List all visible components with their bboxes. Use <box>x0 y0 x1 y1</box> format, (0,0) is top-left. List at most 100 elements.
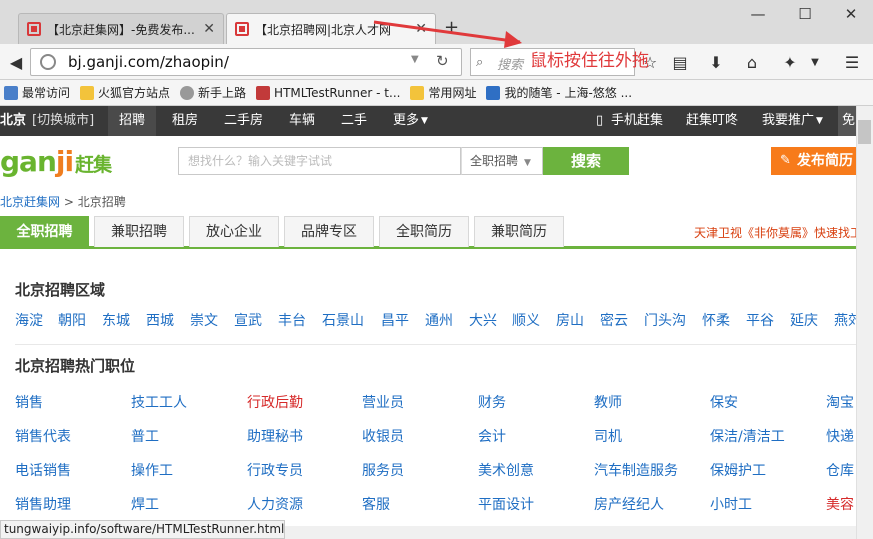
job-link[interactable]: 平面设计 <box>478 494 534 514</box>
bookmark-item[interactable]: 火狐官方站点 <box>80 84 170 101</box>
job-link[interactable]: 保姆护工 <box>710 460 766 480</box>
nav-cheliang[interactable]: 车辆 <box>289 106 315 136</box>
ganji-dingdong-link[interactable]: 赶集叮咚 <box>686 106 738 136</box>
free-link[interactable]: 免 <box>838 106 856 136</box>
job-link[interactable]: 客服 <box>362 494 390 514</box>
site-search-button[interactable]: 搜索 <box>543 147 629 175</box>
job-link[interactable]: 保洁/清洁工 <box>710 426 785 446</box>
search-category-select[interactable]: 全职招聘 ▼ <box>461 147 543 175</box>
tab-ganji-home[interactable]: 【北京赶集网】-免费发布... ✕ <box>18 13 224 44</box>
job-link[interactable]: 销售助理 <box>15 494 71 514</box>
job-link[interactable]: 仓库 <box>826 460 854 480</box>
job-link[interactable]: 淘宝 <box>826 392 854 412</box>
menu-icon[interactable]: ☰ <box>841 52 863 74</box>
job-link[interactable]: 操作工 <box>131 460 173 480</box>
district-link[interactable]: 海淀 <box>15 310 43 330</box>
job-link[interactable]: 人力资源 <box>247 494 303 514</box>
job-link[interactable]: 美术创意 <box>478 460 534 480</box>
nav-more[interactable]: 更多 <box>393 106 419 136</box>
reading-list-icon[interactable]: ▤ <box>669 52 691 74</box>
job-link[interactable]: 行政专员 <box>247 460 303 480</box>
job-link[interactable]: 汽车制造服务 <box>594 460 678 480</box>
job-link[interactable]: 行政后勤 <box>247 392 303 412</box>
folder-icon <box>410 85 425 100</box>
download-icon[interactable]: ⬇ <box>705 52 727 74</box>
job-link[interactable]: 财务 <box>478 392 506 412</box>
district-link[interactable]: 朝阳 <box>58 310 86 330</box>
district-link[interactable]: 平谷 <box>746 310 774 330</box>
job-link[interactable]: 营业员 <box>362 392 404 412</box>
district-link[interactable]: 宣武 <box>234 310 262 330</box>
district-link[interactable]: 通州 <box>425 310 453 330</box>
vertical-scrollbar[interactable] <box>856 106 873 539</box>
close-tab-icon[interactable]: ✕ <box>203 21 215 37</box>
job-link[interactable]: 保安 <box>710 392 738 412</box>
nav-zhaopin[interactable]: 招聘 <box>108 106 156 136</box>
job-link[interactable]: 会计 <box>478 426 506 446</box>
job-link[interactable]: 销售 <box>15 392 43 412</box>
job-link[interactable]: 教师 <box>594 392 622 412</box>
tab-quanzhi-jianli[interactable]: 全职简历 <box>379 216 469 247</box>
extension-dropdown-icon[interactable]: ▼ <box>804 52 826 74</box>
district-link[interactable]: 房山 <box>556 310 584 330</box>
promo-link[interactable]: 天津卫视《非你莫属》快速找工 <box>694 224 862 241</box>
reload-icon[interactable]: ↻ <box>436 52 449 70</box>
tab-pinpai-zhuanqu[interactable]: 品牌专区 <box>284 216 374 247</box>
bookmark-item[interactable]: 我的随笔 - 上海-悠悠 ... <box>486 84 632 101</box>
job-link[interactable]: 收银员 <box>362 426 404 446</box>
nav-zufang[interactable]: 租房 <box>172 106 198 136</box>
job-link[interactable]: 技工工人 <box>131 392 187 412</box>
nav-ershou[interactable]: 二手 <box>341 106 367 136</box>
job-link[interactable]: 快递 <box>826 426 854 446</box>
district-link[interactable]: 石景山 <box>322 310 364 330</box>
district-link[interactable]: 顺义 <box>512 310 540 330</box>
maximize-button[interactable]: ☐ <box>790 4 820 24</box>
dropdown-arrow-icon[interactable]: ▼ <box>411 54 419 65</box>
district-link[interactable]: 密云 <box>600 310 628 330</box>
job-link[interactable]: 美容 <box>826 494 854 514</box>
tab-fangxin-qiye[interactable]: 放心企业 <box>189 216 279 247</box>
bookmark-item[interactable]: 最常访问 <box>4 84 70 101</box>
tab-jianzhi-zhaopin[interactable]: 兼职招聘 <box>94 216 184 247</box>
publish-resume-button[interactable]: ✎ 发布简历 <box>771 147 861 175</box>
job-link[interactable]: 助理秘书 <box>247 426 303 446</box>
job-link[interactable]: 司机 <box>594 426 622 446</box>
job-link[interactable]: 电话销售 <box>15 460 71 480</box>
tab-jianzhi-jianli[interactable]: 兼职简历 <box>474 216 564 247</box>
district-link[interactable]: 东城 <box>102 310 130 330</box>
district-link[interactable]: 西城 <box>146 310 174 330</box>
bookmark-item[interactable]: HTMLTestRunner - t... <box>256 85 400 100</box>
back-icon[interactable]: ◀ <box>5 52 27 74</box>
bookmark-item[interactable]: 新手上路 <box>180 84 246 101</box>
mobile-ganji-link[interactable]: 手机赶集 <box>611 106 663 136</box>
job-link[interactable]: 小时工 <box>710 494 752 514</box>
job-link[interactable]: 焊工 <box>131 494 159 514</box>
district-link[interactable]: 门头沟 <box>644 310 686 330</box>
home-icon[interactable]: ⌂ <box>741 52 763 74</box>
close-window-button[interactable]: ✕ <box>836 4 866 24</box>
job-link[interactable]: 销售代表 <box>15 426 71 446</box>
url-text[interactable]: bj.ganji.com/zhaopin/ <box>68 52 229 72</box>
extension-icon[interactable]: ✦ <box>779 52 801 74</box>
bookmarks-bar: 最常访问 火狐官方站点 新手上路 HTMLTestRunner - t... 常… <box>0 80 873 106</box>
promote-link[interactable]: 我要推广 <box>762 106 814 136</box>
district-link[interactable]: 丰台 <box>278 310 306 330</box>
job-link[interactable]: 房产经纪人 <box>594 494 664 514</box>
ganji-logo[interactable]: ganji 赶集 <box>0 145 112 178</box>
tab-quanzhi-zhaopin[interactable]: 全职招聘 <box>0 216 89 247</box>
nav-ershoufang[interactable]: 二手房 <box>224 106 263 136</box>
bookmark-item[interactable]: 常用网址 <box>410 84 476 101</box>
job-link[interactable]: 普工 <box>131 426 159 446</box>
site-search-input[interactable]: 想找什么？输入关键字试试 <box>178 147 461 175</box>
breadcrumb-home[interactable]: 北京赶集网 <box>0 195 60 209</box>
switch-city-link[interactable]: [切换城市] <box>32 106 94 136</box>
district-link[interactable]: 大兴 <box>469 310 497 330</box>
district-link[interactable]: 崇文 <box>190 310 218 330</box>
job-link[interactable]: 服务员 <box>362 460 404 480</box>
minimize-button[interactable]: — <box>743 4 773 24</box>
district-link[interactable]: 怀柔 <box>702 310 730 330</box>
scrollbar-thumb[interactable] <box>858 120 871 144</box>
district-link[interactable]: 昌平 <box>381 310 409 330</box>
horizontal-scrollbar[interactable] <box>285 526 856 539</box>
district-link[interactable]: 延庆 <box>790 310 818 330</box>
